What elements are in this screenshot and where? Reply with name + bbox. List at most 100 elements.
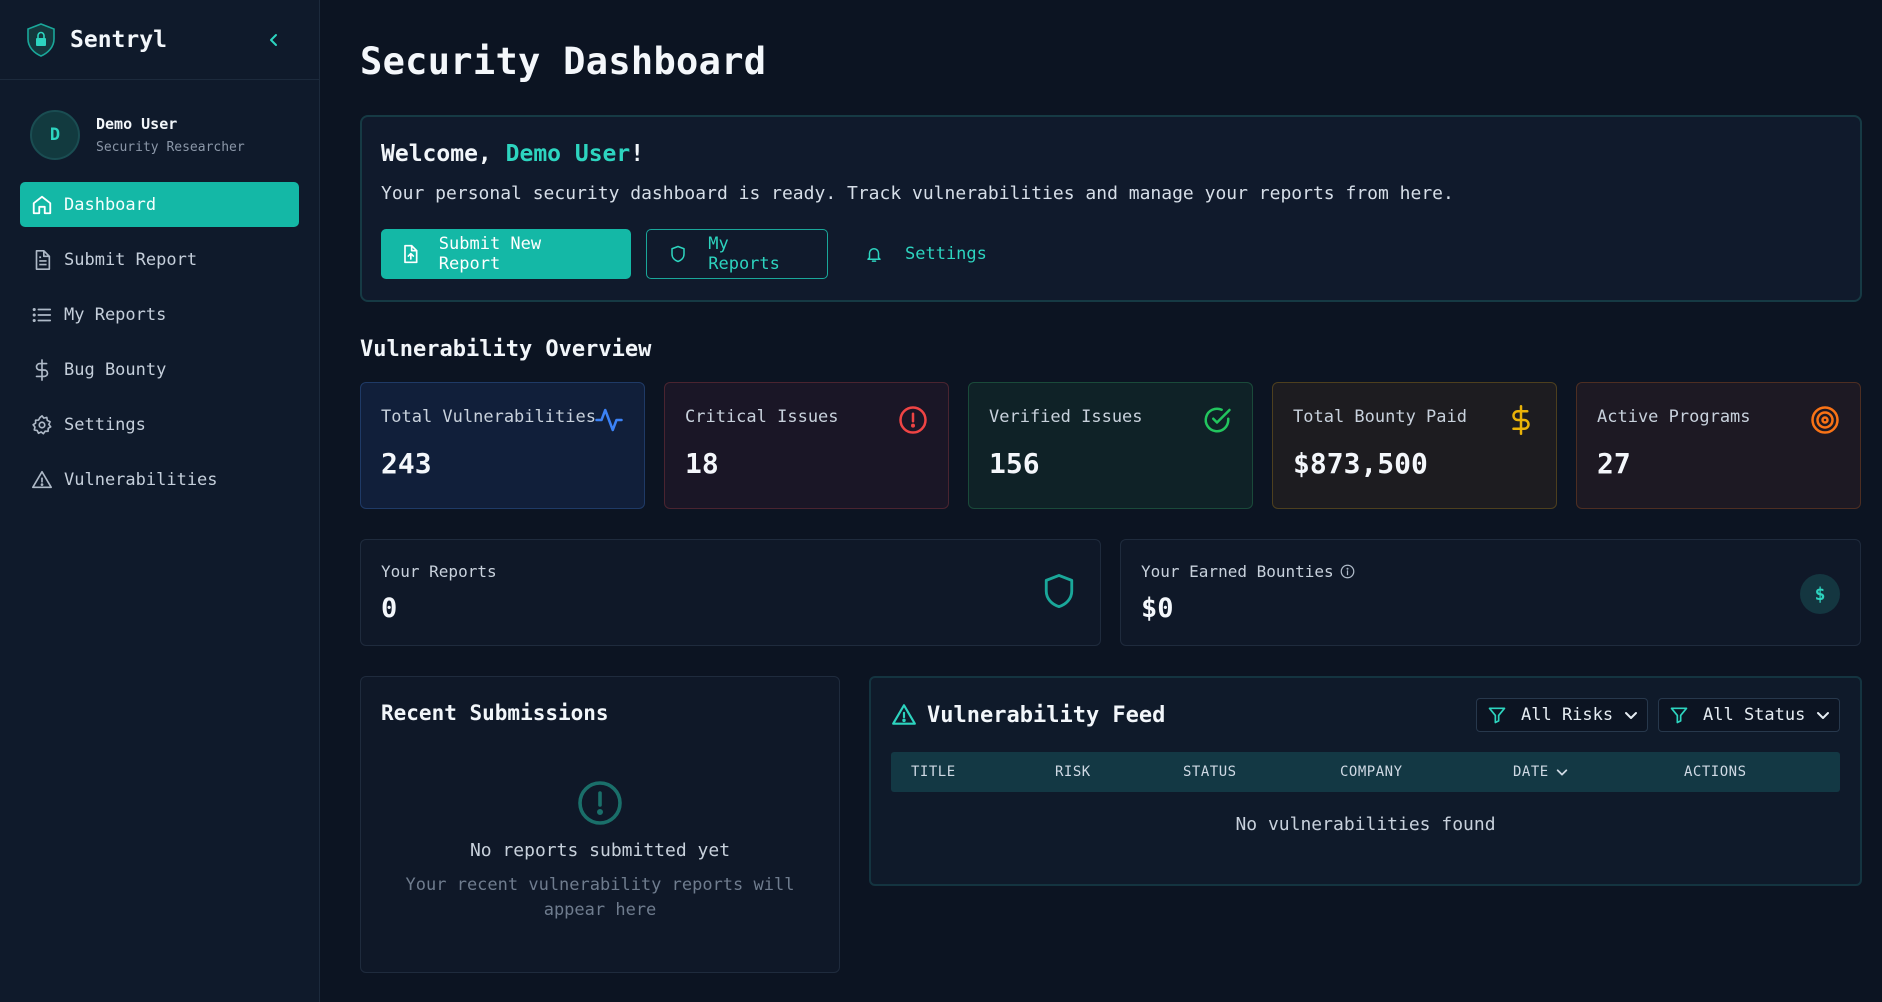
welcome-suffix: ! [630, 141, 645, 167]
welcome-actions: Submit New Report My Reports Settings [381, 229, 1841, 279]
chevron-down-icon [1815, 707, 1831, 723]
stat-value: 27 [1597, 447, 1631, 480]
recent-empty-subtitle: Your recent vulnerability reports will a… [405, 875, 795, 920]
stat-label: Critical Issues [685, 407, 839, 427]
collapse-sidebar-button[interactable] [261, 27, 287, 53]
risk-filter-value: All Risks [1521, 705, 1614, 725]
brand-header: Sentryl [0, 0, 319, 80]
submit-new-report-button[interactable]: Submit New Report [381, 229, 631, 279]
stat-value: 18 [685, 447, 719, 480]
shield-icon [1042, 572, 1076, 610]
earned-bounties-value: $0 [1141, 593, 1174, 624]
sidebar-item-vulnerabilities[interactable]: Vulnerabilities [20, 457, 299, 502]
status-filter-select[interactable]: All Status [1658, 698, 1840, 732]
document-icon [30, 248, 54, 272]
warning-icon [891, 702, 917, 728]
column-header-title[interactable]: TITLE [911, 764, 956, 780]
sidebar-item-label: Settings [64, 414, 146, 435]
sidebar-item-label: Vulnerabilities [64, 469, 218, 490]
shield-lock-logo-icon [26, 22, 56, 57]
column-header-date[interactable]: DATE [1513, 764, 1569, 780]
your-reports-value: 0 [381, 593, 398, 624]
settings-button[interactable]: Settings [843, 229, 1007, 279]
sidebar-item-label: Dashboard [64, 194, 157, 215]
sidebar-item-label: Bug Bounty [64, 359, 167, 380]
welcome-prefix: Welcome, [381, 141, 506, 167]
stats-row: Total Vulnerabilities 243 Critical Issue… [360, 382, 1862, 509]
risk-filter-select[interactable]: All Risks [1476, 698, 1648, 732]
bell-icon [863, 243, 885, 265]
alert-circle-icon [898, 405, 928, 435]
activity-icon [594, 405, 624, 435]
stat-label: Total Bounty Paid [1293, 407, 1467, 427]
stat-label: Total Vulnerabilities [381, 407, 596, 427]
date-header-label: DATE [1513, 764, 1549, 780]
vulnerability-feed-panel: Vulnerability Feed All Risks All Status [869, 676, 1862, 886]
feed-table-header: TITLE RISK STATUS COMPANY DATE ACTIONS [891, 752, 1840, 792]
my-reports-button[interactable]: My Reports [646, 229, 828, 279]
sidebar-item-dashboard[interactable]: Dashboard [20, 182, 299, 227]
your-reports-label: Your Reports [381, 562, 497, 581]
stat-label: Verified Issues [989, 407, 1143, 427]
column-header-status[interactable]: STATUS [1183, 764, 1237, 780]
welcome-subtitle: Your personal security dashboard is read… [381, 183, 1454, 204]
warning-icon [30, 468, 54, 492]
recent-submissions-panel: Recent Submissions No reports submitted … [360, 676, 840, 973]
feed-empty-message: No vulnerabilities found [1235, 814, 1496, 835]
column-header-actions: ACTIONS [1684, 764, 1747, 780]
sidebar-item-submit-report[interactable]: Submit Report [20, 237, 299, 282]
file-upload-icon [399, 243, 421, 265]
check-circle-icon [1202, 405, 1232, 435]
earned-bounties-card: Your Earned Bounties $0 $ [1120, 539, 1861, 646]
stat-card-total-vulnerabilities: Total Vulnerabilities 243 [360, 382, 645, 509]
list-icon [30, 303, 54, 327]
welcome-card: Welcome, Demo User! Your personal securi… [360, 115, 1862, 302]
column-header-company[interactable]: COMPANY [1340, 764, 1403, 780]
home-icon [30, 193, 54, 217]
feed-header: Vulnerability Feed All Risks All Status [891, 698, 1840, 732]
dollar-icon [30, 358, 54, 382]
sidebar-item-label: My Reports [64, 304, 167, 325]
info-icon[interactable] [1340, 564, 1355, 579]
sidebar-item-my-reports[interactable]: My Reports [20, 292, 299, 337]
column-header-risk[interactable]: RISK [1055, 764, 1091, 780]
welcome-user-name: Demo User [505, 141, 631, 167]
earned-bounties-label-row: Your Earned Bounties [1141, 562, 1840, 581]
feed-filters: All Risks All Status [1466, 698, 1840, 732]
welcome-heading: Welcome, Demo User! [381, 141, 1841, 167]
stat-card-critical-issues: Critical Issues 18 [664, 382, 949, 509]
target-icon [1810, 405, 1840, 435]
filter-icon [1487, 705, 1507, 725]
stat-value: 243 [381, 447, 432, 480]
settings-label: Settings [905, 244, 987, 264]
submit-new-report-label: Submit New Report [438, 234, 542, 274]
filter-icon [1669, 705, 1689, 725]
alert-circle-icon [576, 779, 624, 827]
sidebar-item-label: Submit Report [64, 249, 198, 270]
sidebar-item-bug-bounty[interactable]: Bug Bounty [20, 347, 299, 392]
your-reports-card: Your Reports 0 [360, 539, 1101, 646]
user-role: Security Researcher [96, 140, 245, 155]
avatar: D [30, 110, 80, 160]
sidebar-item-settings[interactable]: Settings [20, 402, 299, 447]
recent-empty-state: No reports submitted yet Your recent vul… [361, 779, 839, 923]
recent-empty-title: No reports submitted yet [469, 840, 731, 861]
stat-card-total-bounty-paid: Total Bounty Paid $873,500 [1272, 382, 1557, 509]
sidebar-nav: Dashboard Submit Report My Reports Bug B… [0, 182, 319, 502]
dollar-icon [1506, 405, 1536, 435]
stat-label: Active Programs [1597, 407, 1751, 427]
chevron-left-icon [270, 33, 277, 46]
sort-chevron-down-icon [1556, 769, 1567, 776]
status-filter-value: All Status [1703, 705, 1806, 725]
stat-card-active-programs: Active Programs 27 [1576, 382, 1861, 509]
user-name: Demo User [96, 115, 178, 133]
stat-card-verified-issues: Verified Issues 156 [968, 382, 1253, 509]
feed-title: Vulnerability Feed [927, 702, 1166, 728]
sidebar: Sentryl D Demo User Security Researcher … [0, 0, 320, 1002]
shield-icon [667, 243, 688, 265]
page-title: Security Dashboard [360, 40, 767, 83]
dollar-badge-icon: $ [1800, 574, 1840, 614]
earned-bounties-label: Your Earned Bounties [1141, 562, 1334, 581]
user-profile: D Demo User Security Researcher [0, 80, 319, 182]
overview-title: Vulnerability Overview [360, 337, 652, 362]
